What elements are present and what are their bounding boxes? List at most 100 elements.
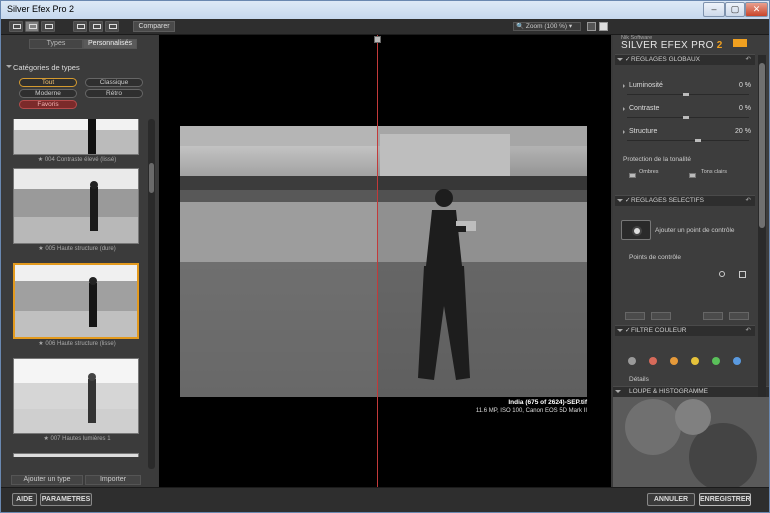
filter-green-button[interactable]	[712, 357, 720, 365]
section-title: FILTRE COULEUR	[631, 327, 687, 334]
category-all[interactable]: Tout	[19, 78, 77, 87]
fullscreen-icon[interactable]	[599, 22, 608, 31]
single-view-icon[interactable]	[9, 21, 23, 32]
control-point-visibility-icon[interactable]	[719, 271, 725, 277]
split-handle-icon[interactable]	[374, 36, 381, 43]
enable-check-icon[interactable]: ✓	[625, 326, 630, 336]
filter-orange-button[interactable]	[670, 357, 678, 365]
reset-icon[interactable]: ↶	[746, 326, 751, 336]
preset-item[interactable]	[13, 453, 141, 457]
brightness-value: 0 %	[738, 82, 751, 89]
collapse-icon[interactable]	[615, 390, 621, 396]
maximize-button[interactable]: ▢	[725, 2, 745, 17]
reset-icon[interactable]: ↶	[746, 196, 751, 206]
tab-types[interactable]: Types	[29, 39, 83, 49]
window-title: Silver Efex Pro 2	[7, 4, 75, 14]
scrollbar-thumb[interactable]	[149, 163, 154, 193]
category-favorites[interactable]: Favoris	[19, 100, 77, 109]
collapse-icon[interactable]	[617, 199, 623, 205]
preset-scrollbar[interactable]	[148, 119, 155, 469]
close-button[interactable]: ✕	[745, 2, 768, 17]
shadows-slider[interactable]	[629, 173, 636, 178]
preset-thumbnail	[13, 453, 139, 457]
add-type-button[interactable]: Ajouter un type	[11, 475, 83, 485]
help-button[interactable]: AIDE	[12, 493, 37, 506]
enable-check-icon[interactable]: ✓	[625, 55, 630, 65]
filter-neutral-button[interactable]	[628, 357, 636, 365]
nik-logo-icon	[733, 39, 747, 47]
contrast-slider-handle[interactable]	[683, 116, 689, 119]
cp-group-button[interactable]	[703, 312, 723, 320]
preview-image	[180, 126, 587, 397]
preset-label: ★ 006 Haute structure (lisse)	[38, 341, 116, 347]
side-by-side-icon[interactable]	[41, 21, 55, 32]
collapse-icon[interactable]	[617, 58, 623, 64]
preset-label: ★ 007 Hautes lumières 1	[43, 436, 111, 442]
scrollbar-thumb[interactable]	[759, 63, 765, 228]
contrast-label[interactable]: Contraste	[622, 105, 659, 112]
product-name: SILVER EFEX PRO 2	[621, 40, 723, 51]
contrast-value: 0 %	[738, 105, 751, 112]
selective-adjustments-header[interactable]: ✓ REGLAGES SELECTIFS ↶	[615, 195, 755, 206]
preset-item-selected[interactable]: ★ 006 Haute structure (lisse)	[13, 263, 141, 347]
cp-paste-button[interactable]	[651, 312, 671, 320]
cp-copy-button[interactable]	[625, 312, 645, 320]
control-point-mask-icon[interactable]	[739, 271, 746, 278]
global-adjustments-header[interactable]: ✓ REGLAGES GLOBAUX ↶	[615, 54, 755, 65]
preset-thumbnail	[13, 263, 139, 339]
compare-button[interactable]: Comparer	[133, 21, 175, 32]
settings-button[interactable]: PARAMETRES	[40, 493, 92, 506]
tone-protection-label: Protection de la tonalité	[623, 156, 691, 163]
tab-custom[interactable]: Personnalisés	[83, 39, 137, 49]
brightness-slider-handle[interactable]	[683, 93, 689, 96]
structure-slider[interactable]	[627, 140, 749, 141]
split-line[interactable]	[377, 35, 378, 487]
minimize-button[interactable]: –	[703, 2, 725, 17]
preset-item[interactable]: ★ 004 Contraste élevé (lissé)	[13, 119, 141, 163]
preset-thumbnail	[13, 119, 139, 155]
layout-horizontal-icon[interactable]	[105, 21, 119, 32]
layout-single-icon[interactable]	[73, 21, 87, 32]
import-button[interactable]: Importer	[85, 475, 141, 485]
category-retro[interactable]: Rétro	[85, 89, 143, 98]
structure-slider-handle[interactable]	[695, 139, 701, 142]
brightness-label[interactable]: Luminosité	[623, 82, 663, 89]
zoom-dropdown[interactable]: 🔍 Zoom (100 %) ▾	[513, 22, 581, 31]
product-title: SILVER EFEX PRO	[621, 40, 714, 51]
add-control-point-button[interactable]	[621, 220, 651, 240]
reset-icon[interactable]: ↶	[746, 55, 751, 65]
split-view-icon[interactable]	[25, 21, 39, 32]
category-modern[interactable]: Moderne	[19, 89, 77, 98]
background-color-icon[interactable]	[587, 22, 596, 31]
layout-vertical-icon[interactable]	[89, 21, 103, 32]
filter-red-button[interactable]	[649, 357, 657, 365]
preset-item[interactable]: ★ 007 Hautes lumières 1	[13, 358, 141, 442]
preset-item[interactable]: ★ 005 Haute structure (dure)	[13, 168, 141, 252]
file-name: India (675 of 2624)-SEP.tif	[508, 399, 587, 406]
collapse-icon[interactable]	[617, 329, 623, 335]
filter-blue-button[interactable]	[733, 357, 741, 365]
cp-delete-button[interactable]	[729, 312, 749, 320]
zoom-label: Zoom (100 %)	[525, 23, 568, 30]
presets-panel: Types Personnalisés Catégories de types …	[3, 35, 158, 487]
preset-thumbnail	[13, 168, 139, 244]
category-classic[interactable]: Classique	[85, 78, 143, 87]
loupe-header[interactable]: LOUPE & HISTOGRAMME	[613, 386, 769, 397]
adjustments-scrollbar[interactable]	[758, 55, 766, 397]
save-button[interactable]: ENREGISTRER	[699, 493, 751, 506]
categories-title[interactable]: Catégories de types	[6, 63, 80, 72]
enable-check-icon[interactable]: ✓	[625, 196, 630, 206]
toolbar: Comparer 🔍 Zoom (100 %) ▾	[1, 19, 769, 35]
structure-label[interactable]: Structure	[622, 128, 657, 135]
details-label[interactable]: Détails	[629, 376, 649, 383]
bottom-bar: AIDE PARAMETRES ANNULER ENREGISTRER	[1, 487, 769, 512]
add-control-point-label[interactable]: Ajouter un point de contrôle	[655, 227, 735, 234]
control-points-label[interactable]: Points de contrôle	[629, 254, 681, 261]
highlights-slider[interactable]	[689, 173, 696, 178]
color-filter-header[interactable]: ✓ FILTRE COULEUR ↶	[615, 325, 755, 336]
preset-thumbnail	[13, 358, 139, 434]
control-point-icon	[632, 226, 642, 236]
filter-yellow-button[interactable]	[691, 357, 699, 365]
preview-area: India (675 of 2624)-SEP.tif 11.6 MP, ISO…	[159, 35, 611, 487]
cancel-button[interactable]: ANNULER	[647, 493, 695, 506]
